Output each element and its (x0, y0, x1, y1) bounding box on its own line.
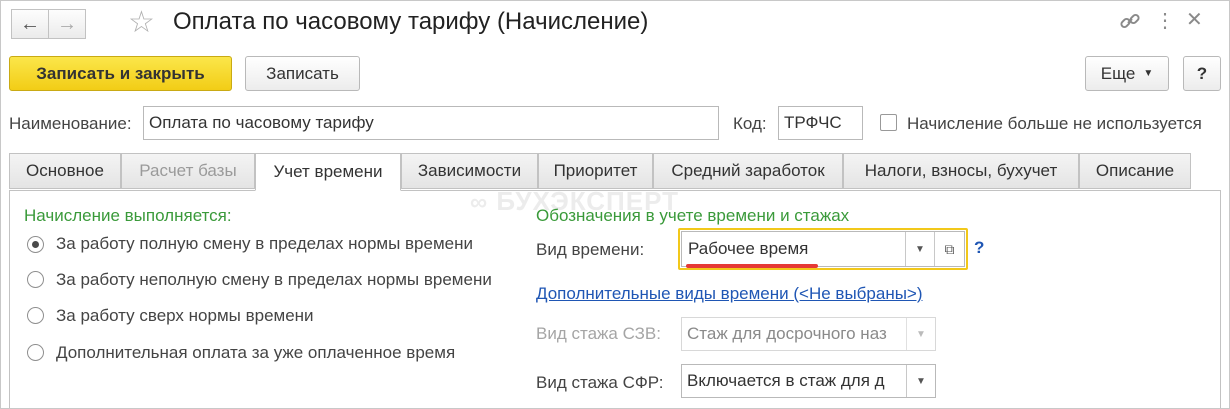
right-section-heading: Обозначения в учете времени и стажах (536, 206, 850, 225)
szv-value: Стаж для досрочного наз (687, 324, 887, 343)
close-icon[interactable]: ✕ (1186, 7, 1203, 32)
chevron-down-icon: ▼ (1143, 68, 1154, 79)
tab-average-earnings[interactable]: Средний заработок (653, 153, 843, 189)
watermark-logo-icon: ∞ (470, 189, 489, 216)
name-label: Наименование: (9, 114, 132, 133)
sfr-select[interactable]: Включается в стаж для д (681, 364, 936, 398)
forward-button[interactable]: → (48, 9, 86, 39)
help-button[interactable]: ? (1183, 56, 1221, 91)
left-section-heading: Начисление выполняется: (24, 206, 232, 225)
extra-time-types-link[interactable]: Дополнительные виды времени (<Не выбраны… (536, 284, 923, 304)
time-type-label: Вид времени: (536, 240, 645, 259)
tab-time-accounting[interactable]: Учет времени (255, 153, 401, 191)
not-used-checkbox[interactable] (880, 114, 897, 131)
tab-dependencies[interactable]: Зависимости (401, 153, 538, 189)
name-input[interactable]: Оплата по часовому тарифу (143, 106, 719, 140)
tab-priority[interactable]: Приоритет (538, 153, 653, 189)
back-button[interactable]: ← (11, 9, 49, 39)
tab-base-calculation[interactable]: Расчет базы (121, 153, 255, 189)
link-icon[interactable] (1119, 10, 1141, 38)
red-underline (686, 264, 818, 268)
arrow-right-icon: → (57, 12, 77, 35)
radio-partial-shift[interactable] (27, 271, 44, 288)
more-label: Еще (1100, 63, 1136, 83)
code-input[interactable]: ТРФЧС (778, 106, 863, 140)
save-and-close-button[interactable]: Записать и закрыть (9, 56, 232, 91)
time-type-dropdown-icon[interactable]: ▼ (905, 232, 934, 266)
radio-label-additional-pay: Дополнительная оплата за уже оплаченное … (56, 343, 456, 362)
sfr-value: Включается в стаж для д (687, 371, 885, 390)
szv-label: Вид стажа СЗВ: (536, 324, 661, 343)
page-title: Оплата по часовому тарифу (Начисление) (173, 8, 649, 35)
sfr-label: Вид стажа СФР: (536, 373, 664, 392)
radio-label-overtime: За работу сверх нормы времени (56, 306, 314, 325)
time-type-value: Рабочее время (688, 239, 809, 258)
help-mark[interactable]: ? (974, 238, 984, 258)
arrow-left-icon: ← (20, 12, 40, 35)
radio-full-shift[interactable] (27, 236, 44, 253)
radio-additional-pay[interactable] (27, 344, 44, 361)
radio-label-partial-shift: За работу неполную смену в пределах норм… (56, 270, 492, 289)
tab-taxes[interactable]: Налоги, взносы, бухучет (843, 153, 1079, 189)
save-button[interactable]: Записать (245, 56, 360, 91)
time-type-open-icon[interactable]: ⧉ (934, 232, 964, 266)
radio-label-full-shift: За работу полную смену в пределах нормы … (56, 234, 473, 253)
star-icon[interactable]: ☆ (128, 7, 155, 39)
tab-main[interactable]: Основное (9, 153, 121, 189)
more-button[interactable]: Еще ▼ (1085, 56, 1169, 91)
code-label: Код: (733, 114, 767, 133)
sfr-dropdown-icon[interactable]: ▼ (906, 365, 935, 397)
more-vertical-icon[interactable]: ⋮ (1155, 8, 1175, 33)
szv-select: Стаж для досрочного наз (681, 317, 936, 351)
radio-overtime[interactable] (27, 307, 44, 324)
szv-dropdown-icon: ▼ (906, 318, 935, 350)
tab-description[interactable]: Описание (1079, 153, 1191, 189)
not-used-label: Начисление больше не используется (907, 114, 1202, 133)
